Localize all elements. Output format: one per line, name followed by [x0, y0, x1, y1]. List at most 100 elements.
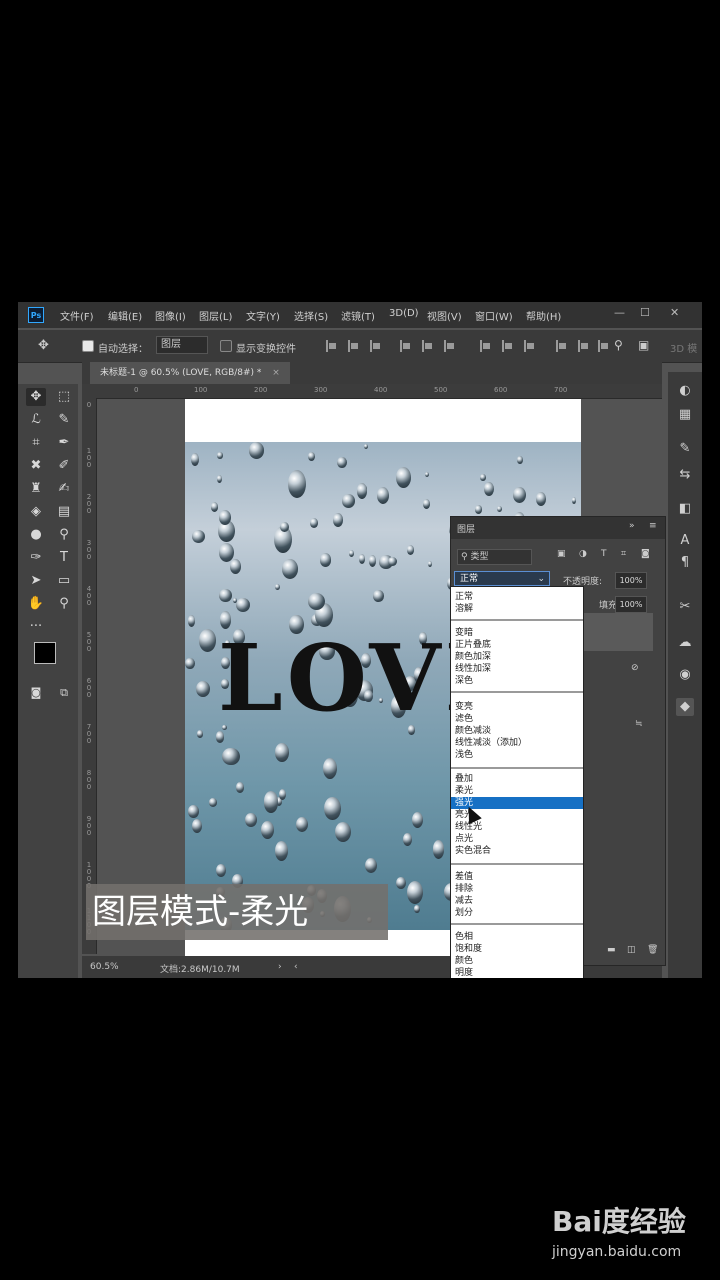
color-icon[interactable]: ◐ [676, 382, 694, 400]
filter-type-icon[interactable]: T [601, 549, 607, 559]
blend-option[interactable]: 减去 [451, 895, 583, 907]
distribute-vcenter-icon[interactable] [502, 340, 512, 352]
layer-style-icon[interactable]: ≒ [635, 719, 643, 729]
blend-option[interactable]: 叠加 [451, 773, 583, 785]
blend-option[interactable]: 变亮 [451, 701, 583, 713]
dodge-tool-icon[interactable]: ⚲ [54, 526, 74, 544]
distribute-left-icon[interactable] [556, 340, 566, 352]
blend-option[interactable]: 点光 [451, 833, 583, 845]
swatches-icon[interactable]: ▦ [676, 406, 694, 424]
blend-option[interactable]: 明度 [451, 967, 583, 978]
menu-image[interactable]: 图像(I) [155, 308, 186, 323]
history-brush-tool-icon[interactable]: ✍ [54, 480, 74, 498]
type-tool-icon[interactable]: T [54, 549, 74, 567]
delete-layer-icon[interactable]: 🗑 [647, 945, 658, 955]
quick-select-tool-icon[interactable]: ✎ [54, 411, 74, 429]
menu-filter[interactable]: 滤镜(T) [341, 308, 375, 323]
menu-edit[interactable]: 编辑(E) [108, 308, 142, 323]
menu-help[interactable]: 帮助(H) [526, 308, 561, 323]
menu-3d[interactable]: 3D(D) [389, 308, 419, 319]
auto-select-checkbox[interactable] [82, 340, 94, 352]
zoom-level[interactable]: 60.5% [90, 962, 119, 972]
blend-option[interactable]: 深色 [451, 675, 583, 687]
distribute-bottom-icon[interactable] [524, 340, 534, 352]
tool-presets-icon[interactable]: ✂ [676, 598, 694, 616]
blend-option[interactable]: 排除 [451, 883, 583, 895]
healing-tool-icon[interactable]: ✖ [26, 457, 46, 475]
collapse-panel-icon[interactable]: » [629, 521, 635, 531]
move-tool-icon[interactable]: ✥ [26, 388, 46, 406]
libraries-icon[interactable]: ☁ [676, 634, 694, 652]
blend-option[interactable]: 浅色 [451, 749, 583, 761]
panel-menu-icon[interactable]: ≡ [649, 521, 657, 531]
menu-type[interactable]: 文字(Y) [246, 308, 280, 323]
marquee-tool-icon[interactable]: ⬚ [54, 388, 74, 406]
align-right-icon[interactable] [370, 340, 380, 352]
blend-option[interactable]: 正常 [451, 591, 583, 603]
crop-tool-icon[interactable]: ⌗ [26, 434, 46, 452]
stamp-tool-icon[interactable]: ♜ [26, 480, 46, 498]
filter-smart-object-icon[interactable]: ◙ [641, 549, 650, 559]
character-icon[interactable]: A [676, 532, 694, 550]
brush-tool-icon[interactable]: ✐ [54, 457, 74, 475]
adjustments-icon[interactable]: ⇆ [676, 466, 694, 484]
path-select-tool-icon[interactable]: ➤ [26, 572, 46, 590]
search-icon[interactable]: ⚲ [614, 338, 623, 352]
properties-icon[interactable]: ◧ [676, 500, 694, 518]
blend-option[interactable]: 颜色减淡 [451, 725, 583, 737]
workspace-icon[interactable]: ▣ [638, 338, 649, 352]
gradient-tool-icon[interactable]: ▤ [54, 503, 74, 521]
lasso-tool-icon[interactable]: ℒ [26, 411, 46, 429]
menu-view[interactable]: 视图(V) [427, 308, 462, 323]
screen-mode-icon[interactable]: ⧉ [54, 684, 74, 702]
distribute-right-icon[interactable] [598, 340, 608, 352]
menu-file[interactable]: 文件(F) [60, 308, 94, 323]
layer-effects-icon[interactable]: ⊘ [631, 663, 639, 673]
blend-option[interactable]: 线性加深 [451, 663, 583, 675]
move-tool-icon[interactable]: ✥ [38, 338, 49, 353]
auto-select-target-dropdown[interactable]: 图层 [156, 336, 208, 354]
fill-input[interactable]: 100% [615, 596, 647, 613]
zoom-tool-icon[interactable]: ⚲ [54, 595, 74, 613]
blend-option[interactable]: 颜色 [451, 955, 583, 967]
close-window-button[interactable]: ✕ [670, 306, 679, 319]
pen-tool-icon[interactable]: ✑ [26, 549, 46, 567]
opacity-input[interactable]: 100% [615, 572, 647, 589]
new-layer-icon[interactable]: ◫ [627, 945, 636, 955]
brush-settings-icon[interactable]: ✎ [676, 440, 694, 458]
eyedropper-tool-icon[interactable]: ✒ [54, 434, 74, 452]
blend-option[interactable]: 变暗 [451, 627, 583, 639]
quick-mask-icon[interactable]: ◙ [26, 684, 46, 702]
blend-option[interactable]: 柔光 [451, 785, 583, 797]
eraser-tool-icon[interactable]: ◈ [26, 503, 46, 521]
more-tools-icon[interactable]: ··· [26, 618, 46, 636]
blend-option[interactable]: 实色混合 [451, 845, 583, 857]
blend-mode-dropdown[interactable]: 正常 ⌄ [454, 571, 550, 586]
paragraph-icon[interactable]: ¶ [676, 554, 694, 572]
filter-shape-icon[interactable]: ⌗ [621, 549, 626, 559]
foreground-color-swatch[interactable] [34, 642, 56, 664]
blend-option[interactable]: 划分 [451, 907, 583, 919]
new-group-icon[interactable]: ▬ [607, 945, 616, 955]
channels-icon[interactable]: ◉ [676, 666, 694, 684]
hand-tool-icon[interactable]: ✋ [26, 595, 46, 613]
layers-panel-title[interactable]: 图层 [457, 522, 475, 535]
show-transform-checkbox[interactable] [220, 340, 232, 352]
close-tab-icon[interactable]: × [272, 368, 280, 378]
align-vcenter-icon[interactable] [422, 340, 432, 352]
layer-filter-dropdown[interactable]: ⚲ 类型 [457, 549, 532, 565]
filter-adjustment-icon[interactable]: ◑ [579, 549, 587, 559]
minimize-button[interactable]: — [614, 306, 625, 319]
layers-icon[interactable]: ◆ [676, 698, 694, 716]
blend-option[interactable]: 正片叠底 [451, 639, 583, 651]
menu-window[interactable]: 窗口(W) [475, 308, 513, 323]
distribute-top-icon[interactable] [480, 340, 490, 352]
document-tab[interactable]: 未标题-1 @ 60.5% (LOVE, RGB/8#) * × [90, 362, 290, 384]
align-top-icon[interactable] [400, 340, 410, 352]
blend-option[interactable]: 颜色加深 [451, 651, 583, 663]
blend-option[interactable]: 色相 [451, 931, 583, 943]
align-left-icon[interactable] [326, 340, 336, 352]
menu-layer[interactable]: 图层(L) [199, 308, 232, 323]
maximize-button[interactable]: ☐ [640, 306, 650, 319]
menu-select[interactable]: 选择(S) [294, 308, 328, 323]
